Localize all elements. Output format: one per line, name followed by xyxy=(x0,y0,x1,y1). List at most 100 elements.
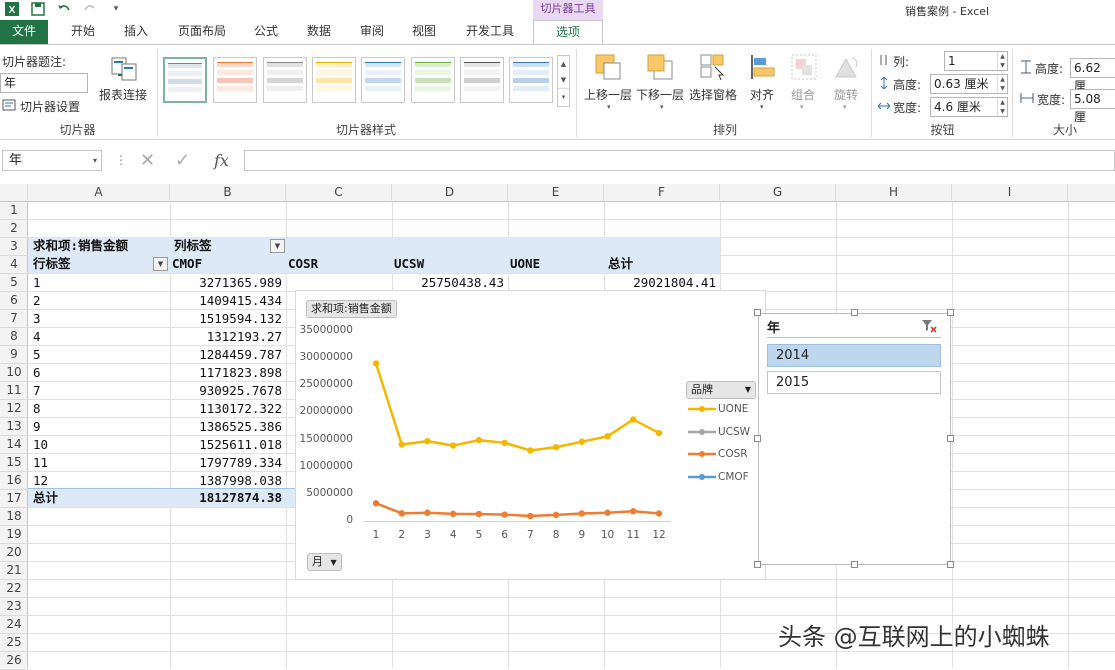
slicer-resize-grip[interactable] xyxy=(944,544,950,550)
row-header[interactable]: 4 xyxy=(0,256,28,274)
data-point-uone[interactable] xyxy=(501,439,508,447)
columns-spinner[interactable]: ▲ ▼ xyxy=(997,52,1007,70)
slicer-style-8[interactable] xyxy=(509,57,553,103)
pivot-cell-cmof[interactable]: 1284459.787 xyxy=(168,346,282,364)
slicer-style-1[interactable] xyxy=(163,57,207,103)
data-point-uone[interactable] xyxy=(578,438,586,445)
pivot-cell-cmof[interactable]: 1386525.386 xyxy=(168,418,282,436)
row-filter-dropdown-icon[interactable]: ▼ xyxy=(153,257,168,271)
column-header-i[interactable]: I xyxy=(952,184,1068,202)
pivot-row-label-cell[interactable]: 9 xyxy=(33,418,41,436)
data-point-cosr[interactable] xyxy=(475,510,483,518)
legend-entry[interactable]: COSR xyxy=(688,448,748,460)
slicer-style-4[interactable] xyxy=(312,57,356,103)
slicer-item-2014[interactable]: 2014 xyxy=(767,344,941,367)
pivot-row-label-cell[interactable]: 2 xyxy=(33,292,41,310)
data-point-uone[interactable] xyxy=(630,416,637,423)
bring-forward-button[interactable]: 上移一层 xyxy=(584,86,632,103)
pivot-cell-cmof[interactable]: 3271365.989 xyxy=(168,274,282,292)
select-all-corner[interactable] xyxy=(0,184,28,202)
slicer-resize-handle-e[interactable] xyxy=(947,435,954,442)
pivot-chart[interactable]: 求和项:销售金额 月 ▼ 品牌 ▼ 35000000 30000000 250000… xyxy=(295,290,766,580)
data-point-uone[interactable] xyxy=(398,441,405,448)
pivot-row-label-cell[interactable]: 8 xyxy=(33,400,41,418)
series-line-cosr[interactable] xyxy=(375,502,660,518)
data-point-cosr[interactable] xyxy=(578,510,586,517)
pivot-row-label-cell[interactable]: 6 xyxy=(33,364,41,382)
row-header[interactable]: 8 xyxy=(0,328,28,346)
group-objects-dropdown[interactable]: ▾ xyxy=(800,103,804,111)
slicer-resize-handle-se[interactable] xyxy=(947,561,954,568)
data-point-uone[interactable] xyxy=(424,438,431,445)
data-point-cosr[interactable] xyxy=(604,509,611,516)
row-header[interactable]: 20 xyxy=(0,544,28,562)
pivot-cell-cmof[interactable]: 1409415.434 xyxy=(168,292,282,310)
row-header[interactable]: 21 xyxy=(0,562,28,580)
columns-input[interactable]: 1 ▲ ▼ xyxy=(944,51,1008,71)
row-header[interactable]: 9 xyxy=(0,346,28,364)
data-point-uone[interactable] xyxy=(655,429,663,437)
column-header-a[interactable]: A xyxy=(28,184,170,202)
styles-gallery-scroll[interactable]: ▲ ▼ ▾ xyxy=(557,55,570,107)
slicer-caption-input[interactable]: 年 xyxy=(0,73,88,93)
tab-review[interactable]: 审阅 xyxy=(348,20,396,44)
row-header[interactable]: 2 xyxy=(0,220,28,238)
pivot-row-label-cell[interactable]: 10 xyxy=(33,436,48,454)
formula-input[interactable] xyxy=(244,150,1115,171)
pivot-row-label-cell[interactable]: 7 xyxy=(33,382,41,400)
legend-entry[interactable]: UONE xyxy=(688,403,748,415)
slicer-resize-handle-sw[interactable] xyxy=(754,561,761,568)
selection-pane-button[interactable]: 选择窗格 xyxy=(689,86,737,103)
data-point-cosr[interactable] xyxy=(630,508,637,515)
slicer-style-7[interactable] xyxy=(460,57,504,103)
tab-developer[interactable]: 开发工具 xyxy=(455,20,525,44)
report-connections-button[interactable]: 报表连接 xyxy=(99,86,147,103)
tab-options[interactable]: 选项 xyxy=(533,20,603,45)
pivot-row-label-cell[interactable]: 1 xyxy=(33,274,41,292)
pivot-cell-cmof[interactable]: 1130172.322 xyxy=(168,400,282,418)
slicer-style-2[interactable] xyxy=(213,57,257,103)
tab-page-layout[interactable]: 页面布局 xyxy=(166,20,238,44)
align-button[interactable]: 对齐 xyxy=(750,86,774,103)
data-point-uone[interactable] xyxy=(449,442,457,449)
data-point-cosr[interactable] xyxy=(398,510,405,517)
data-point-cosr[interactable] xyxy=(552,511,560,519)
slicer-height-input[interactable]: 6.62 厘 xyxy=(1070,58,1115,93)
pivot-cell-cmof[interactable]: 1387998.038 xyxy=(168,472,282,490)
slicer-style-3[interactable] xyxy=(263,57,307,103)
row-header[interactable]: 24 xyxy=(0,616,28,634)
slicer-item-2015[interactable]: 2015 xyxy=(767,371,941,394)
data-point-cosr[interactable] xyxy=(372,500,380,507)
clear-filter-icon[interactable] xyxy=(921,319,937,336)
row-header[interactable]: 5 xyxy=(0,274,28,292)
undo-icon[interactable] xyxy=(56,1,72,17)
column-header-f[interactable]: F xyxy=(604,184,720,202)
cancel-formula-icon[interactable]: ✕ xyxy=(140,150,155,171)
pivot-row-label-cell[interactable]: 12 xyxy=(33,472,48,490)
column-header-b[interactable]: B xyxy=(170,184,286,202)
name-box[interactable]: 年 ▾ xyxy=(2,150,102,171)
row-header[interactable]: 18 xyxy=(0,508,28,526)
row-header[interactable]: 6 xyxy=(0,292,28,310)
data-point-cosr[interactable] xyxy=(449,510,457,518)
bring-forward-dropdown[interactable]: ▾ xyxy=(607,103,611,111)
row-header[interactable]: 16 xyxy=(0,472,28,490)
row-header[interactable]: 17 xyxy=(0,490,28,508)
legend-entry[interactable]: CMOF xyxy=(688,471,749,483)
data-point-cosr[interactable] xyxy=(501,511,508,518)
pivot-row-label-cell[interactable]: 4 xyxy=(33,328,41,346)
button-height-input[interactable]: 0.63 厘米 ▲ ▼ xyxy=(930,74,1008,94)
slicer-resize-handle-w[interactable] xyxy=(754,435,761,442)
group-objects-button[interactable]: 组合 xyxy=(791,86,815,103)
row-header[interactable]: 12 xyxy=(0,400,28,418)
pivot-grand-total-value[interactable]: 18127874.38 xyxy=(168,489,282,507)
save-icon[interactable] xyxy=(30,1,46,17)
year-slicer[interactable]: 年 2014 2015 xyxy=(758,313,951,565)
row-header[interactable]: 10 xyxy=(0,364,28,382)
button-height-spinner[interactable]: ▲ ▼ xyxy=(997,75,1007,93)
slicer-resize-handle-s[interactable] xyxy=(851,561,858,568)
pivot-row-label-cell[interactable]: 5 xyxy=(33,346,41,364)
column-header-d[interactable]: D xyxy=(392,184,508,202)
column-header-c[interactable]: C xyxy=(286,184,392,202)
slicer-settings-button[interactable]: 切片器设置 xyxy=(2,98,80,115)
